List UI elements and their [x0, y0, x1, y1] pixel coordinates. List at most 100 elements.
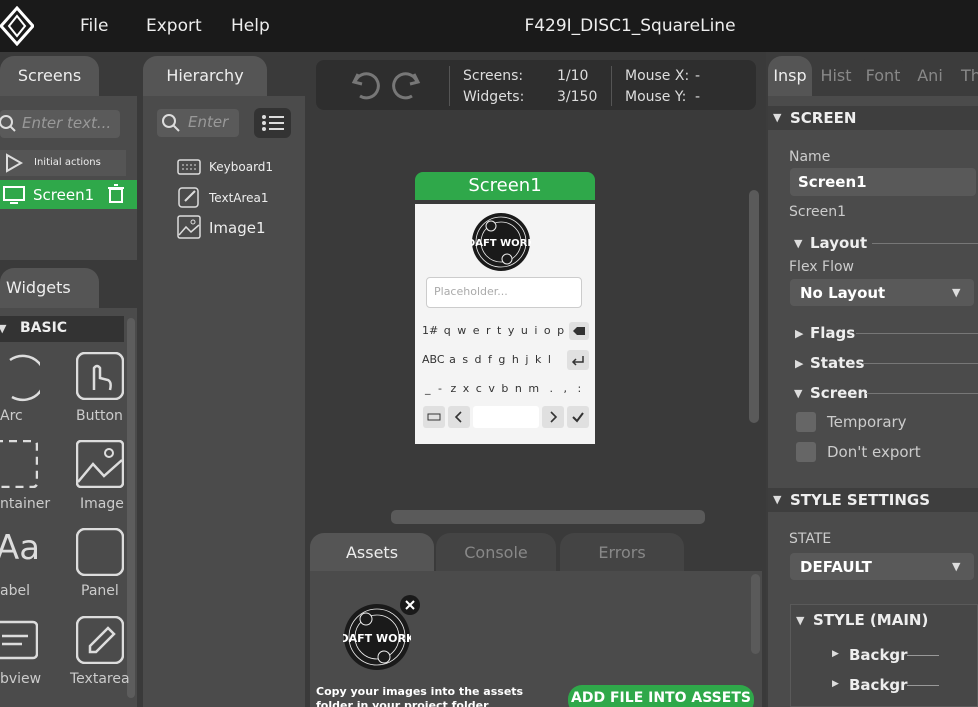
canvas-vertical-scrollbar[interactable]	[749, 190, 759, 423]
device-textarea[interactable]: Placeholder...	[426, 277, 582, 308]
key[interactable]: i	[534, 324, 537, 337]
key[interactable]: e	[473, 324, 480, 337]
right-arrow-key-icon[interactable]	[542, 406, 564, 428]
state-dropdown[interactable]: DEFAULT ▼	[790, 553, 974, 580]
triangle-right-icon[interactable]: ▶	[795, 357, 803, 370]
add-file-into-assets-button[interactable]: ADD FILE INTO ASSETS	[568, 685, 754, 707]
left-arrow-key-icon[interactable]	[448, 406, 470, 428]
widget-panel[interactable]: Panel	[70, 526, 134, 606]
tab-console[interactable]: Console	[436, 533, 556, 571]
backspace-key-icon[interactable]	[569, 322, 589, 340]
triangle-right-icon[interactable]: ▶	[795, 327, 803, 340]
undo-icon[interactable]	[350, 68, 384, 104]
screen-subsection[interactable]: Screen	[810, 384, 868, 402]
background-property[interactable]: Backgr	[849, 646, 908, 664]
tab-history[interactable]: Hist	[814, 56, 858, 96]
triangle-down-icon[interactable]: ▼	[794, 237, 802, 250]
key[interactable]: .	[550, 382, 554, 395]
widget-arc[interactable]: Arc	[0, 350, 50, 430]
keyboard-toggle-icon[interactable]	[423, 406, 445, 428]
tab-inspector[interactable]: Insp	[768, 56, 812, 96]
initial-actions-row[interactable]: Initial actions	[0, 150, 126, 176]
key[interactable]: l	[548, 353, 551, 366]
widget-container[interactable]: ntainer	[0, 438, 50, 518]
screens-search-input[interactable]: Enter text...	[0, 110, 120, 138]
key[interactable]: ,	[564, 382, 568, 395]
assets-scrollbar[interactable]	[751, 574, 760, 654]
space-key[interactable]	[473, 406, 539, 428]
states-subsection[interactable]: States	[810, 354, 864, 372]
screen-list-item[interactable]: Screen1	[0, 180, 137, 209]
enter-key-icon[interactable]	[567, 350, 589, 370]
key[interactable]: x	[463, 382, 470, 395]
menu-help[interactable]: Help	[231, 16, 270, 36]
key[interactable]: o	[544, 324, 551, 337]
hierarchy-search-input[interactable]: Enter	[157, 109, 239, 137]
key[interactable]: t	[497, 324, 501, 337]
key[interactable]: y	[508, 324, 515, 337]
temporary-checkbox[interactable]	[796, 412, 816, 432]
key[interactable]: k	[535, 353, 541, 366]
key[interactable]: b	[501, 382, 508, 395]
canvas-horizontal-scrollbar[interactable]	[391, 510, 705, 524]
tab-assets[interactable]: Assets	[310, 533, 434, 571]
key[interactable]: :	[578, 382, 582, 395]
name-input[interactable]: Screen1	[790, 168, 976, 196]
tab-widgets[interactable]: Widgets	[0, 268, 99, 308]
dont-export-checkbox[interactable]	[796, 442, 816, 462]
key[interactable]: _	[425, 382, 431, 395]
widget-tabview[interactable]: bview	[0, 614, 50, 694]
key[interactable]: -	[438, 382, 442, 395]
widget-button[interactable]: Button	[70, 350, 134, 430]
close-icon[interactable]	[400, 595, 420, 615]
key[interactable]: a	[449, 353, 456, 366]
menu-file[interactable]: File	[80, 16, 108, 36]
flags-subsection[interactable]: Flags	[810, 324, 855, 342]
key[interactable]: h	[512, 353, 519, 366]
device-logo-image[interactable]: DAFT WORK	[467, 212, 536, 272]
layout-subsection[interactable]: Layout	[810, 234, 867, 252]
key[interactable]: m	[528, 382, 539, 395]
key[interactable]: n	[515, 382, 522, 395]
style-main-title[interactable]: STYLE (MAIN)	[813, 611, 928, 629]
key[interactable]: w	[457, 324, 466, 337]
key[interactable]: s	[462, 353, 468, 366]
list-view-icon[interactable]	[254, 108, 291, 138]
key[interactable]: z	[450, 382, 456, 395]
key[interactable]: q	[444, 324, 451, 337]
key[interactable]: 1#	[422, 324, 438, 337]
key[interactable]: ABC	[422, 353, 445, 366]
key[interactable]: j	[525, 353, 528, 366]
tab-screens[interactable]: Screens	[0, 56, 99, 96]
tab-themes[interactable]: Th	[954, 56, 978, 96]
widget-image[interactable]: Image	[70, 438, 134, 518]
tab-errors[interactable]: Errors	[560, 533, 684, 571]
key[interactable]: g	[498, 353, 505, 366]
key[interactable]: p	[557, 324, 564, 337]
key[interactable]: f	[488, 353, 492, 366]
triangle-down-icon[interactable]: ▼	[794, 387, 802, 400]
trash-icon[interactable]	[107, 184, 125, 208]
tab-hierarchy[interactable]: Hierarchy	[143, 56, 267, 96]
triangle-right-icon[interactable]: ▶	[832, 679, 839, 689]
triangle-down-icon[interactable]: ▼	[796, 614, 804, 627]
background-property[interactable]: Backgr	[849, 676, 908, 694]
key[interactable]: c	[476, 382, 482, 395]
device-keyboard[interactable]: 1# q w e r t y u i o p ABC a s d f g h j…	[421, 320, 591, 438]
tab-font[interactable]: Font	[860, 56, 906, 96]
device-screen-title[interactable]: Screen1	[415, 172, 595, 200]
key[interactable]: v	[488, 382, 495, 395]
section-header-style-settings[interactable]: ▼ STYLE SETTINGS	[768, 488, 978, 512]
key[interactable]: d	[475, 353, 482, 366]
section-header-screen[interactable]: ▼ SCREEN	[768, 106, 978, 130]
flex-flow-dropdown[interactable]: No Layout ▼	[790, 279, 974, 306]
redo-icon[interactable]	[388, 68, 422, 104]
triangle-right-icon[interactable]: ▶	[832, 649, 839, 659]
widget-label-widget[interactable]: Aa abel	[0, 526, 50, 606]
checkmark-key-icon[interactable]	[567, 406, 589, 428]
widgets-category-header[interactable]: ▼ BASIC	[0, 316, 124, 342]
menu-export[interactable]: Export	[146, 16, 202, 36]
tab-animation[interactable]: Ani	[908, 56, 952, 96]
widget-textarea[interactable]: Textarea	[70, 614, 134, 694]
key[interactable]: u	[521, 324, 528, 337]
